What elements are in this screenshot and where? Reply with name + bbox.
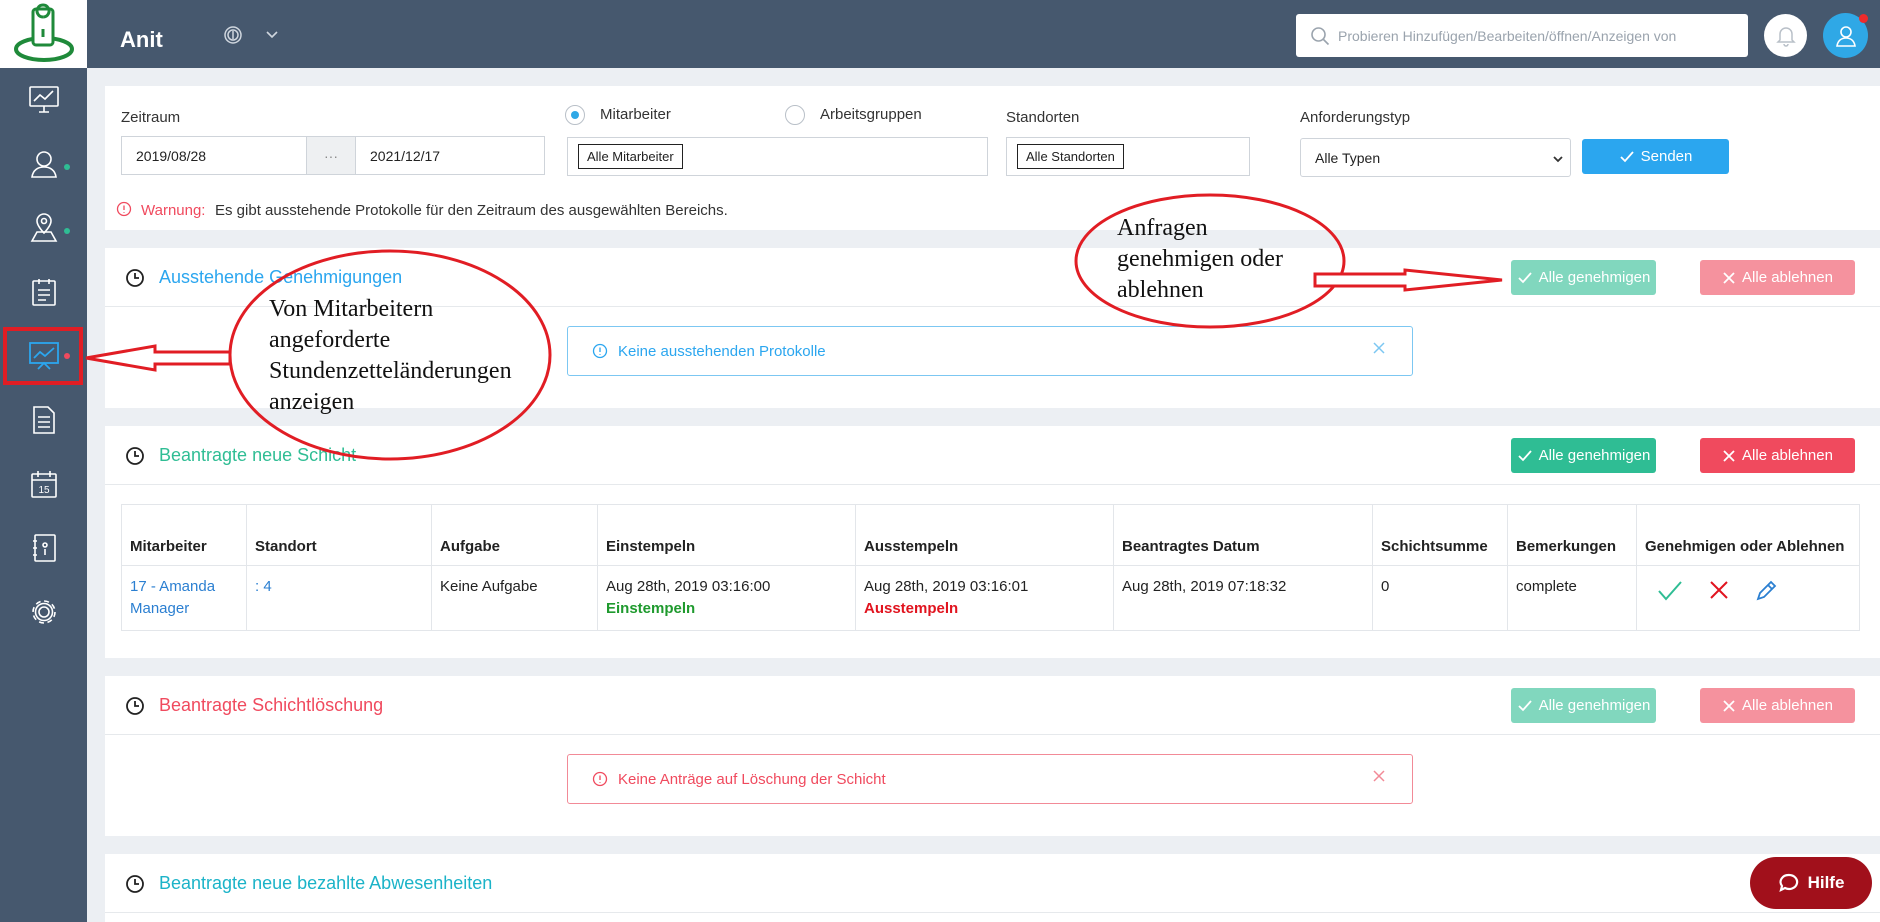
annotation-line: Anfragen: [1117, 215, 1208, 241]
annotation-line: genehmigen oder: [1117, 246, 1283, 272]
help-label: Hilfe: [1807, 873, 1845, 892]
annotation-line: anzeigen: [269, 389, 355, 415]
help-button[interactable]: Hilfe: [1750, 857, 1872, 909]
annotation-line: Stundenzetteländerungen: [269, 358, 512, 384]
annotation-text-left: Von Mitarbeitern angeforderte Stundenzet…: [269, 294, 512, 418]
annotation-line: ablehnen: [1117, 277, 1204, 303]
annotation-line: Von Mitarbeitern: [269, 296, 434, 322]
annotation-overlay: [85, 193, 1503, 461]
annotation-arrow-left: [85, 344, 232, 372]
annotation-line: angeforderte: [269, 327, 391, 353]
annotation-text-right: Anfragen genehmigen oder ablehnen: [1117, 213, 1283, 306]
annotation-arrow-right: [1313, 268, 1503, 292]
chat-bubble-icon: [1778, 873, 1798, 893]
